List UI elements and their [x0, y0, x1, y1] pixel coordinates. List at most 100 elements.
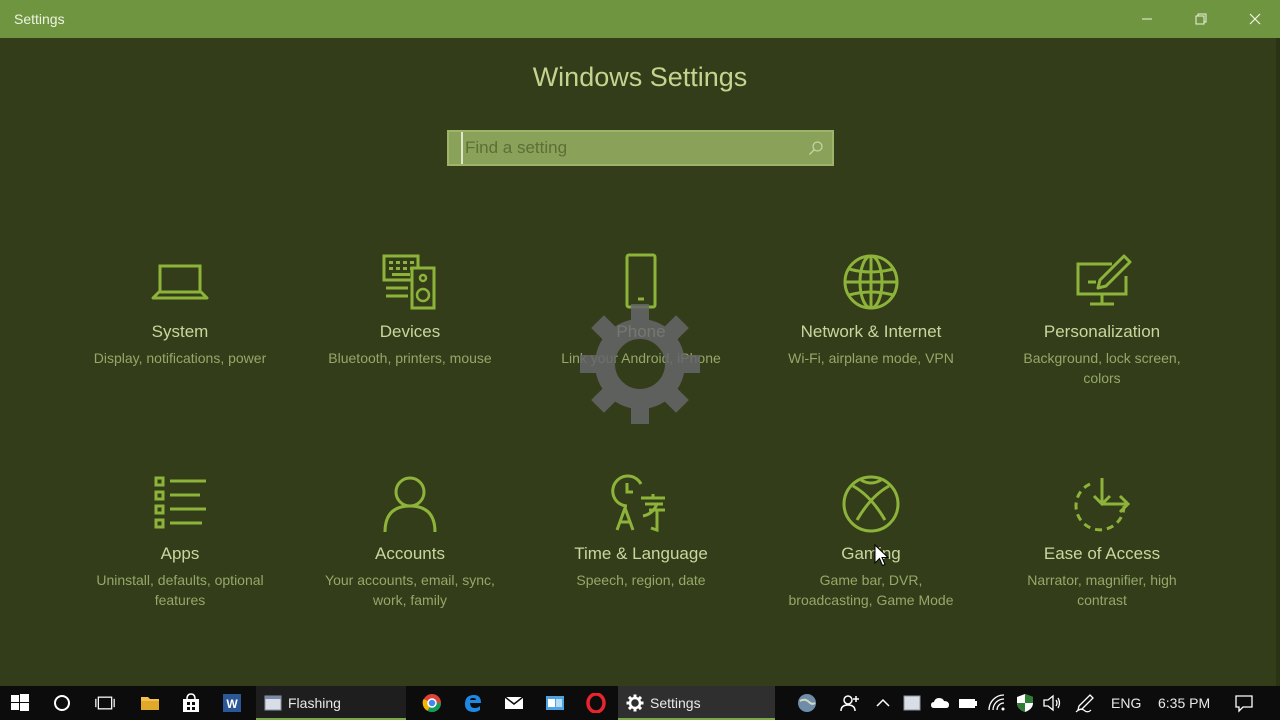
battery-icon: [959, 699, 977, 708]
keyboard-speaker-icon: [382, 254, 436, 310]
clock[interactable]: 6:35 PM: [1158, 695, 1210, 711]
taskbar-app-label: Flashing: [288, 695, 341, 711]
outlook-icon: [546, 696, 564, 710]
language-indicator[interactable]: ENG: [1111, 695, 1141, 711]
task-view-button[interactable]: [84, 686, 126, 720]
wifi-icon: [988, 694, 1005, 711]
screen-clip-icon: [903, 695, 921, 711]
minimize-button[interactable]: [1120, 0, 1174, 38]
tile-description: Uninstall, defaults, optional features: [96, 572, 264, 608]
tile-title: Devices: [379, 322, 441, 341]
tile-description: Wi-Fi, airplane mode, VPN: [788, 350, 954, 366]
onedrive-button[interactable]: [928, 686, 952, 720]
tray-app-button[interactable]: [792, 686, 822, 720]
tile-description: Background, lock screen, colors: [1023, 350, 1181, 386]
tray-screen-button[interactable]: [900, 686, 924, 720]
taskbar: W Flashing Settings ENG 6:35 PM: [0, 686, 1280, 720]
globe-icon: [843, 254, 899, 310]
cortana-circle-icon: [54, 695, 70, 711]
restore-icon: [1195, 13, 1207, 25]
shield-icon: [1017, 694, 1033, 712]
folder-icon: [141, 697, 159, 710]
tile-title: Apps: [160, 544, 200, 563]
show-hidden-icons-button[interactable]: [872, 686, 894, 720]
tile-description: Narrator, magnifier, high contrast: [1027, 572, 1177, 608]
taskbar-app-settings[interactable]: Settings: [618, 686, 775, 720]
chrome-icon: [422, 694, 441, 713]
clock-language-icon: [611, 474, 665, 533]
store-button[interactable]: [171, 686, 211, 720]
tile-ease-of-access[interactable]: Ease of Access Narrator, magnifier, high…: [992, 474, 1212, 610]
minimize-icon: [1142, 18, 1152, 20]
volume-icon: [1043, 694, 1061, 712]
word-button[interactable]: W: [212, 686, 252, 720]
cortana-button[interactable]: [42, 686, 82, 720]
page-title: Windows Settings: [532, 62, 748, 92]
close-button[interactable]: [1228, 0, 1280, 38]
tile-title: Ease of Access: [1043, 544, 1161, 563]
opera-button[interactable]: [576, 686, 616, 720]
svg-text:W: W: [226, 697, 238, 711]
search-icon[interactable]: [808, 140, 824, 156]
tile-title: Personalization: [1043, 322, 1161, 341]
tile-apps[interactable]: Apps Uninstall, defaults, optional featu…: [70, 474, 290, 610]
people-icon: [840, 695, 859, 712]
taskbar-app-label: Settings: [650, 695, 701, 711]
tile-gaming[interactable]: Gaming Game bar, DVR, broadcasting, Game…: [761, 474, 981, 610]
tile-title: System: [151, 322, 209, 341]
tile-title: Accounts: [375, 544, 445, 563]
notification-icon: [1235, 695, 1253, 713]
taskbar-app-flashing[interactable]: Flashing: [256, 686, 406, 720]
xbox-icon: [842, 475, 900, 533]
tile-description: Your accounts, email, sync, work, family: [325, 572, 495, 608]
people-button[interactable]: [836, 686, 864, 720]
search-input[interactable]: [461, 132, 791, 164]
cloud-icon: [931, 698, 949, 708]
tile-title: Time & Language: [574, 544, 708, 563]
tile-accounts[interactable]: Accounts Your accounts, email, sync, wor…: [300, 474, 520, 610]
file-explorer-button[interactable]: [130, 686, 170, 720]
volume-button[interactable]: [1040, 686, 1064, 720]
tile-system[interactable]: System Display, notifications, power: [70, 252, 290, 368]
action-center-button[interactable]: [1230, 686, 1258, 720]
start-button[interactable]: [0, 686, 40, 720]
edge-icon: [465, 695, 481, 712]
chevron-up-icon: [876, 698, 890, 707]
chrome-button[interactable]: [412, 686, 452, 720]
outlook-button[interactable]: [535, 686, 575, 720]
tile-description: Display, notifications, power: [93, 350, 267, 366]
tile-network[interactable]: Network & Internet Wi-Fi, airplane mode,…: [761, 252, 981, 368]
opera-icon: [586, 693, 606, 713]
windows-logo-icon: [11, 694, 29, 711]
title-bar: Settings: [0, 0, 1280, 38]
tile-title: Network & Internet: [800, 322, 942, 341]
security-button[interactable]: [1012, 686, 1038, 720]
paint-monitor-icon: [1076, 254, 1132, 306]
pen-icon: [1075, 694, 1094, 713]
globe-avatar-icon: [798, 694, 816, 712]
tile-description: Game bar, DVR, broadcasting, Game Mode: [788, 572, 954, 608]
pen-workspace-button[interactable]: [1072, 686, 1098, 720]
mail-button[interactable]: [494, 686, 534, 720]
tile-title: Gaming: [841, 544, 901, 563]
battery-button[interactable]: [956, 686, 980, 720]
ease-of-access-icon: [1074, 478, 1131, 532]
laptop-icon: [151, 264, 209, 300]
scrollbar[interactable]: [1276, 38, 1280, 686]
word-icon: W: [223, 694, 241, 712]
restore-button[interactable]: [1174, 0, 1228, 38]
tile-time-language[interactable]: Time & Language Speech, region, date: [531, 474, 751, 590]
search-box[interactable]: [447, 130, 834, 166]
tile-description: Speech, region, date: [576, 572, 706, 588]
wifi-button[interactable]: [984, 686, 1010, 720]
person-icon: [383, 476, 437, 533]
window-icon: [264, 695, 282, 711]
tile-personalization[interactable]: Personalization Background, lock screen,…: [992, 252, 1212, 388]
tile-devices[interactable]: Devices Bluetooth, printers, mouse: [300, 252, 520, 368]
close-icon: [1249, 13, 1261, 25]
task-view-icon: [95, 696, 115, 710]
apps-list-icon: [154, 476, 206, 529]
edge-button[interactable]: [453, 686, 493, 720]
gear-icon: [626, 694, 644, 712]
mail-icon: [504, 696, 524, 709]
